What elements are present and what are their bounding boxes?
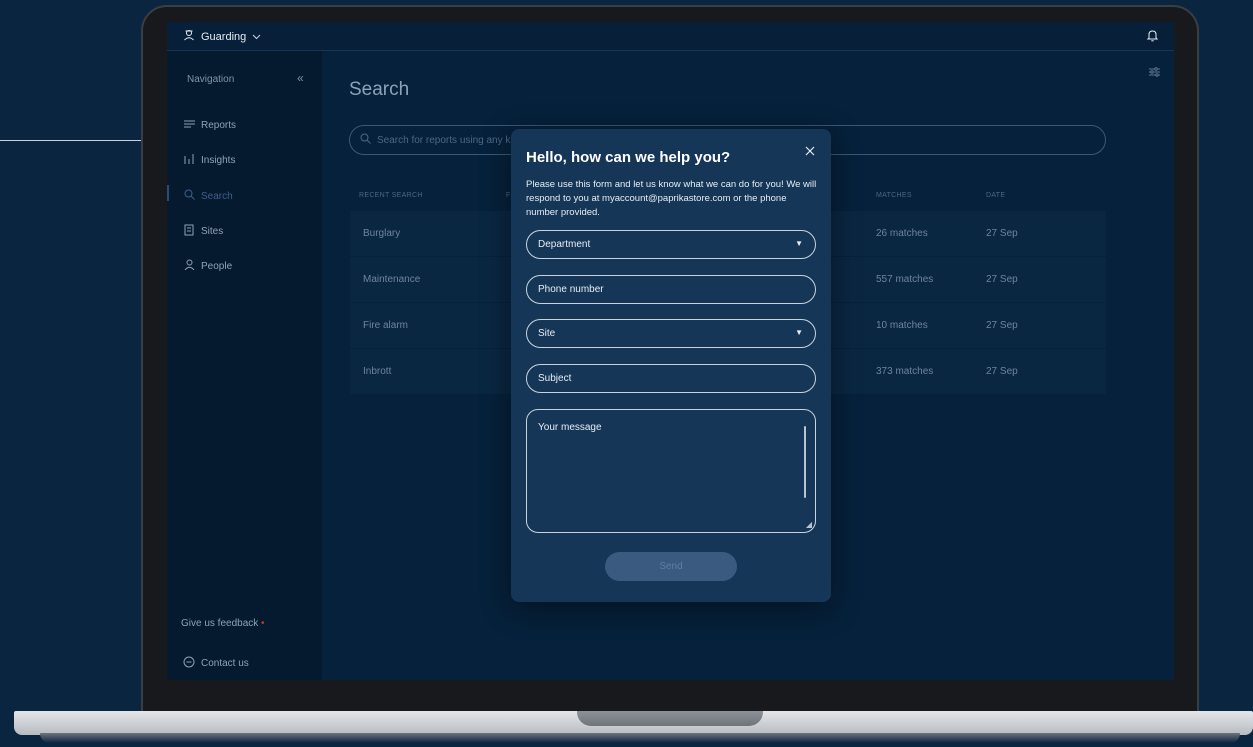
- sidebar-item-label: Sites: [201, 226, 224, 237]
- site-select[interactable]: Site ▼: [526, 319, 816, 348]
- modal-title: Hello, how can we help you?: [526, 149, 731, 166]
- lines-icon: [183, 119, 195, 131]
- feedback-link[interactable]: Give us feedback •: [181, 618, 265, 629]
- row-date: 27 Sep: [986, 228, 1018, 239]
- search-icon: [183, 189, 195, 203]
- sidebar-item-search[interactable]: Search: [183, 189, 233, 203]
- row-matches: 26 matches: [876, 228, 928, 239]
- header-recent-search: RECENT SEARCH: [359, 192, 423, 199]
- row-date: 27 Sep: [986, 274, 1018, 285]
- bars-icon: [183, 154, 195, 167]
- chevron-down-icon: [252, 31, 261, 43]
- resize-grip-icon[interactable]: ◢: [806, 520, 812, 529]
- caret-down-icon: ▼: [795, 239, 803, 248]
- row-term: Fire alarm: [363, 320, 409, 331]
- workspace-switcher[interactable]: Guarding: [183, 29, 261, 44]
- laptop-notch: [577, 711, 763, 726]
- workspace-name: Guarding: [201, 30, 247, 43]
- laptop-shadow: [40, 733, 1240, 743]
- caret-down-icon: ▼: [795, 328, 803, 337]
- sidebar-item-insights[interactable]: Insights: [183, 154, 235, 167]
- header-col2: F: [506, 192, 511, 199]
- sidebar-item-label: Reports: [201, 119, 237, 131]
- top-bar: Guarding: [167, 22, 1174, 51]
- department-value: Department: [538, 239, 591, 250]
- sidebar-item-sites[interactable]: Sites: [183, 224, 223, 239]
- row-term: Burglary: [363, 228, 401, 239]
- contact-label: Contact us: [201, 658, 249, 669]
- filter-icon[interactable]: [1149, 67, 1160, 80]
- contact-link[interactable]: Contact us: [183, 656, 249, 671]
- row-matches: 557 matches: [876, 274, 934, 285]
- sidebar-item-people[interactable]: People: [183, 259, 232, 273]
- row-matches: 373 matches: [876, 366, 934, 377]
- sidebar-item-label: Insights: [201, 155, 236, 166]
- row-date: 27 Sep: [986, 320, 1018, 331]
- row-matches: 10 matches: [876, 320, 928, 331]
- contact-modal: Hello, how can we help you? Please use t…: [511, 129, 831, 602]
- collapse-icon[interactable]: «: [297, 71, 304, 85]
- active-indicator: [167, 185, 169, 201]
- site-value: Site: [538, 328, 556, 339]
- department-select[interactable]: Department ▼: [526, 230, 816, 259]
- phone-placeholder: Phone number: [538, 284, 604, 295]
- message-placeholder: Your message: [538, 422, 602, 433]
- message-textarea[interactable]: Your message ◢: [526, 409, 816, 533]
- feedback-label: Give us feedback: [181, 618, 259, 629]
- sidebar-item-label: People: [201, 260, 233, 272]
- sidebar-title: Navigation: [187, 74, 235, 85]
- feedback-dot: •: [261, 618, 265, 629]
- building-icon: [183, 224, 195, 239]
- subject-field[interactable]: Subject: [526, 364, 816, 393]
- pointer-line: [0, 140, 146, 141]
- sidebar: Navigation « Reports Insights Search Sit…: [167, 51, 322, 680]
- header-date: DATE: [986, 192, 1006, 199]
- bell-icon[interactable]: [1146, 29, 1159, 45]
- send-button[interactable]: Send: [605, 552, 737, 581]
- header-matches: MATCHES: [876, 192, 912, 199]
- close-icon[interactable]: [805, 143, 815, 160]
- subject-placeholder: Subject: [538, 373, 572, 384]
- search-icon: [360, 133, 371, 147]
- row-date: 27 Sep: [986, 366, 1018, 377]
- guard-icon: [183, 29, 195, 44]
- row-term: Inbrott: [363, 366, 392, 377]
- chat-icon: [183, 656, 195, 671]
- modal-description: Please use this form and let us know wha…: [526, 179, 817, 218]
- person-icon: [183, 259, 195, 273]
- search-placeholder: Search for reports using any k: [377, 134, 511, 146]
- sidebar-item-label: Search: [201, 190, 233, 202]
- phone-field[interactable]: Phone number: [526, 275, 816, 304]
- sidebar-item-reports[interactable]: Reports: [183, 119, 236, 131]
- page-title: Search: [349, 79, 410, 100]
- textarea-scrollbar[interactable]: [804, 426, 806, 498]
- row-term: Maintenance: [363, 274, 421, 285]
